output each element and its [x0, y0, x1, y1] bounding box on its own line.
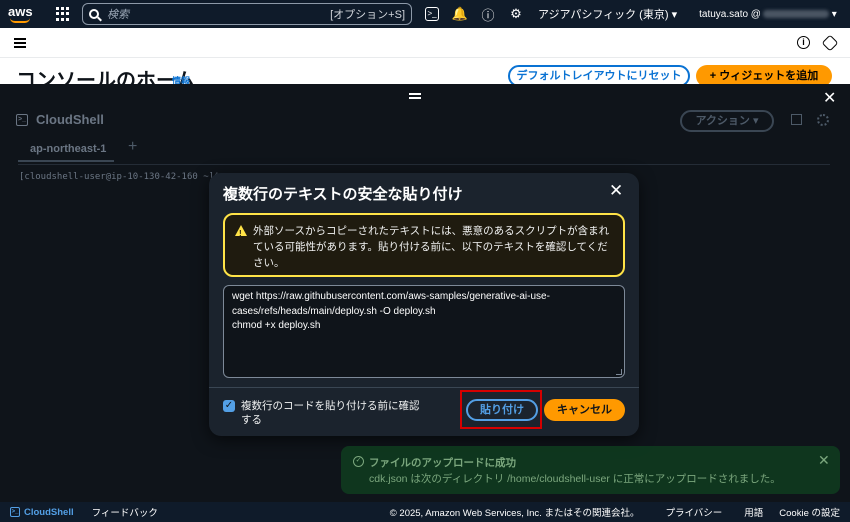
- tab-divider: [18, 164, 830, 165]
- search-input[interactable]: 検索 [オプション+S]: [82, 3, 412, 25]
- add-widget-label: ウィジェットを追加: [719, 70, 819, 82]
- chevron-down-icon: ▾: [831, 8, 837, 20]
- warning-text: 外部ソースからコピーされたテキストには、悪意のあるスクリプトが含まれている可能性…: [253, 225, 610, 269]
- info-icon[interactable]: i: [797, 36, 810, 49]
- external-link-icon[interactable]: [791, 114, 802, 125]
- close-icon[interactable]: ✕: [609, 181, 623, 201]
- resize-grip-icon[interactable]: [616, 369, 622, 375]
- toast-message: cdk.json は次のディレクトリ /home/cloudshell-user…: [369, 473, 781, 485]
- cancel-button[interactable]: キャンセル: [544, 399, 625, 421]
- settings-icon[interactable]: [821, 34, 839, 51]
- help-icon[interactable]: ⓘ: [474, 0, 502, 28]
- divider: [209, 387, 639, 388]
- add-tab-icon[interactable]: +: [128, 138, 137, 156]
- aws-logo-text: aws: [8, 4, 33, 19]
- safe-paste-dialog: 複数行のテキストの安全な貼り付け ✕ 外部ソースからコピーされたテキストには、悪…: [209, 173, 639, 436]
- tab-ap-northeast-1[interactable]: ap-northeast-1: [18, 140, 114, 162]
- top-navigation: aws 検索 [オプション+S] >_ 🔔 ⓘ ⚙ アジアパシフィック (東京)…: [0, 0, 850, 28]
- warning-icon: [235, 225, 247, 242]
- dialog-title: 複数行のテキストの安全な貼り付け: [223, 186, 463, 203]
- settings-icon[interactable]: ⚙: [502, 0, 530, 28]
- paste-preview-textarea[interactable]: wget https://raw.githubusercontent.com/a…: [223, 285, 625, 378]
- code-line: chmod +x deploy.sh: [232, 320, 321, 331]
- cloudshell-title: CloudShell: [36, 112, 104, 127]
- bell-icon[interactable]: 🔔: [446, 0, 474, 28]
- search-shortcut: [オプション+S]: [330, 9, 405, 21]
- user-menu[interactable]: tatuya.sato @ ▾: [699, 9, 837, 20]
- close-icon[interactable]: ✕: [818, 452, 830, 469]
- action-button[interactable]: アクション ▾: [680, 110, 774, 132]
- warning-alert: 外部ソースからコピーされたテキストには、悪意のあるスクリプトが含まれている可能性…: [223, 213, 625, 277]
- search-icon: [89, 9, 99, 19]
- success-icon: ✓: [353, 456, 364, 467]
- region-label: アジアパシフィック (東京): [538, 9, 669, 21]
- grid-icon[interactable]: [56, 7, 70, 21]
- copyright: © 2025, Amazon Web Services, Inc. またはその関…: [389, 508, 640, 519]
- cloudshell-header: >_ CloudShell: [16, 112, 104, 127]
- search-placeholder: 検索: [107, 9, 129, 21]
- gear-icon[interactable]: [817, 114, 829, 126]
- confirm-checkbox[interactable]: ✓: [223, 400, 235, 412]
- cloudshell-icon[interactable]: >_: [418, 0, 446, 28]
- console-toolbar: i: [0, 28, 850, 58]
- aws-logo[interactable]: aws: [8, 4, 36, 24]
- console-home-header: コンソールのホーム 情報 デフォルトレイアウトにリセット + ウィジェットを追加: [0, 58, 850, 92]
- footer-cloudshell-link[interactable]: >_ CloudShell: [10, 507, 74, 518]
- feedback-link[interactable]: フィードバック: [92, 505, 158, 519]
- resize-handle-icon[interactable]: [409, 93, 421, 99]
- upload-success-toast: ✓ ファイルのアップロードに成功 cdk.json は次のディレクトリ /hom…: [341, 446, 840, 494]
- paste-button[interactable]: 貼り付け: [466, 399, 538, 421]
- cookie-settings-link[interactable]: Cookie の設定: [779, 505, 840, 519]
- terminal-icon: >_: [16, 113, 28, 126]
- menu-icon[interactable]: [14, 37, 26, 48]
- terms-link[interactable]: 用語: [744, 505, 763, 519]
- action-label: アクション: [695, 115, 750, 127]
- privacy-link[interactable]: プライバシー: [665, 505, 722, 519]
- chevron-down-icon: ▾: [671, 9, 678, 21]
- footer-cloudshell-label: CloudShell: [24, 506, 74, 518]
- terminal-prompt[interactable]: [cloudshell-user@ip-10-130-42-160 ~]$: [19, 172, 219, 182]
- close-icon[interactable]: ✕: [823, 88, 836, 108]
- toast-title: ファイルのアップロードに成功: [369, 457, 516, 469]
- region-selector[interactable]: アジアパシフィック (東京) ▾: [538, 6, 677, 22]
- redacted-account: [762, 9, 829, 18]
- code-line: wget https://raw.githubusercontent.com/a…: [232, 291, 550, 302]
- confirm-checkbox-label[interactable]: 複数行のコードを貼り付ける前に確認する: [241, 399, 421, 427]
- user-label: tatuya.sato @: [699, 8, 761, 20]
- terminal-icon: >_: [10, 507, 20, 517]
- code-line: cases/refs/heads/main/deploy.sh -O deplo…: [232, 305, 436, 317]
- footer: >_ CloudShell フィードバック © 2025, Amazon Web…: [0, 502, 850, 522]
